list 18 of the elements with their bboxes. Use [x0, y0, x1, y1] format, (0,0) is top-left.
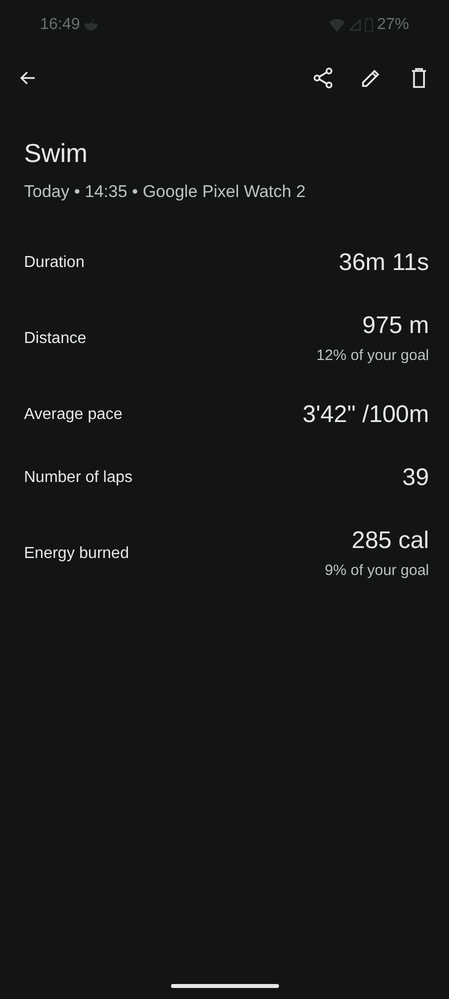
stat-label: Duration [24, 254, 84, 272]
stat-label: Average pace [24, 406, 122, 424]
stat-value: 39 [402, 463, 429, 493]
stat-value: 3'42" /100m [302, 400, 429, 430]
stat-value: 975 m [362, 311, 429, 341]
workout-title: Swim [24, 137, 89, 169]
status-time: 16:49 [40, 16, 80, 34]
stat-value: 285 cal [352, 526, 429, 556]
stat-label: Energy burned [24, 545, 129, 563]
signal-icon [348, 19, 361, 31]
workout-subtitle: Today • 14:35 • Google Pixel Watch 2 [24, 181, 306, 203]
wifi-icon [328, 18, 345, 32]
stat-value: 36m 11s [338, 248, 429, 278]
share-icon [311, 66, 335, 90]
stat-label: Distance [24, 330, 86, 348]
battery-icon [364, 18, 373, 32]
battery-level: 27% [376, 16, 409, 34]
stat-label: Number of laps [24, 469, 132, 487]
